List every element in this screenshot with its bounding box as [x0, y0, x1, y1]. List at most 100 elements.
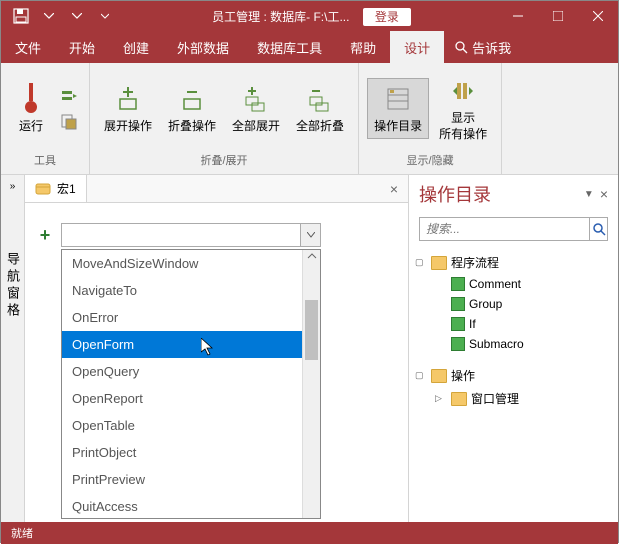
show-all-actions-button[interactable]: 显示 所有操作 [433, 71, 493, 146]
ribbon-group-label-tools: 工具 [9, 150, 81, 170]
dropdown-toggle-icon[interactable] [300, 224, 320, 246]
collapse-all-icon [304, 83, 336, 115]
ribbon-group-label-collapse: 折叠/展开 [98, 150, 350, 170]
tab-design[interactable]: 设计 [390, 31, 444, 63]
tree-expand-icon[interactable]: ▷ [435, 393, 447, 404]
action-catalog-button[interactable]: 操作目录 [367, 78, 429, 140]
run-button[interactable]: 运行 [9, 79, 53, 139]
login-button[interactable]: 登录 [363, 8, 411, 26]
dropdown-item[interactable]: PrintObject [62, 439, 302, 466]
tree-collapse-icon[interactable]: ▢ [415, 257, 427, 268]
collapse-icon [176, 83, 208, 115]
titlebar: 员工管理 : 数据库- F:\工... 登录 [1, 1, 618, 31]
macro-icon [35, 181, 51, 197]
window-title: 员工管理 : 数据库- F:\工... 登录 [125, 8, 498, 25]
dropdown-item[interactable]: MoveAndSizeWindow [62, 250, 302, 277]
folder-icon [431, 256, 447, 270]
scroll-thumb[interactable] [305, 300, 318, 360]
action-icon [451, 317, 465, 331]
expand-all-icon [240, 83, 272, 115]
catalog-icon [382, 83, 414, 115]
tree-leaf[interactable]: Comment [433, 274, 614, 294]
dropdown-item[interactable]: QuitAccess [62, 493, 302, 519]
ribbon-group-collapse: 展开操作 折叠操作 全部展开 全部折叠 折叠/展开 [90, 63, 359, 174]
action-input[interactable] [62, 228, 300, 242]
catalog-dropdown-icon[interactable]: ▼ [584, 189, 594, 200]
tab-help[interactable]: 帮助 [336, 31, 390, 63]
run-icon [15, 83, 47, 115]
status-bar: 就绪 [1, 522, 618, 544]
collapse-all-button[interactable]: 全部折叠 [290, 79, 350, 139]
tree-leaf[interactable]: Submacro [433, 334, 614, 354]
dropdown-item[interactable]: OpenTable [62, 412, 302, 439]
catalog-search-box[interactable] [419, 217, 608, 241]
action-catalog-pane: 操作目录 ▼ × ▢ 程序流程 CommentGroupIfSubmacro ▢… [408, 175, 618, 522]
folder-icon [451, 392, 467, 406]
document-tab-macro1[interactable]: 宏1 [25, 175, 87, 202]
dropdown-item[interactable]: OnError [62, 304, 302, 331]
convert-macros-button[interactable] [57, 110, 81, 134]
ribbon-group-label-show: 显示/隐藏 [367, 150, 493, 170]
navigation-pane-collapsed[interactable]: » 导航窗格 [1, 175, 25, 522]
ribbon: 运行 工具 展开操作 [1, 63, 618, 175]
tab-file[interactable]: 文件 [1, 31, 55, 63]
catalog-search-input[interactable] [420, 218, 589, 240]
action-icon [451, 297, 465, 311]
tab-external-data[interactable]: 外部数据 [163, 31, 243, 63]
expand-icon [112, 83, 144, 115]
tree-leaf[interactable]: Group [433, 294, 614, 314]
dropdown-item[interactable]: OpenForm [62, 331, 302, 358]
dropdown-scrollbar[interactable] [302, 250, 320, 519]
show-all-icon [447, 75, 479, 107]
expand-all-button[interactable]: 全部展开 [226, 79, 286, 139]
tree-node-program-flow[interactable]: ▢ 程序流程 [413, 251, 614, 274]
search-icon [454, 40, 468, 54]
dropdown-item[interactable]: OpenQuery [62, 358, 302, 385]
action-combobox[interactable] [61, 223, 321, 247]
tree-node-window-mgmt[interactable]: ▷ 窗口管理 [433, 387, 614, 410]
macro-designer: + MoveAndSizeWindowNavigateToOnErrorOpen… [25, 203, 408, 522]
action-icon [451, 277, 465, 291]
nav-expand-icon[interactable]: » [10, 181, 16, 192]
single-step-button[interactable] [57, 84, 81, 108]
window-controls [498, 1, 618, 31]
maximize-button[interactable] [538, 1, 578, 31]
tell-me-search[interactable]: 告诉我 [444, 31, 521, 63]
customize-qat-icon[interactable] [95, 6, 115, 26]
add-action-icon[interactable]: + [35, 225, 55, 246]
ribbon-tabs: 文件 开始 创建 外部数据 数据库工具 帮助 设计 告诉我 [1, 31, 618, 63]
tree-collapse-icon[interactable]: ▢ [415, 370, 427, 381]
ribbon-group-show: 操作目录 显示 所有操作 显示/隐藏 [359, 63, 502, 174]
catalog-tree: ▢ 程序流程 CommentGroupIfSubmacro ▢ 操作 ▷ 窗口管… [409, 245, 618, 416]
catalog-close-icon[interactable]: × [600, 186, 608, 202]
catalog-title: 操作目录 [419, 181, 584, 207]
action-icon [451, 337, 465, 351]
main-area: » 导航窗格 宏1 × + MoveAndSi [1, 175, 618, 522]
search-icon [592, 222, 606, 236]
dropdown-item[interactable]: OpenReport [62, 385, 302, 412]
tab-create[interactable]: 创建 [109, 31, 163, 63]
catalog-search-button[interactable] [589, 218, 607, 240]
minimize-button[interactable] [498, 1, 538, 31]
status-text: 就绪 [11, 525, 33, 541]
document-close-icon[interactable]: × [380, 181, 408, 197]
tab-home[interactable]: 开始 [55, 31, 109, 63]
tab-database-tools[interactable]: 数据库工具 [243, 31, 336, 63]
expand-actions-button[interactable]: 展开操作 [98, 79, 158, 139]
folder-icon [431, 369, 447, 383]
ribbon-group-tools: 运行 工具 [1, 63, 90, 174]
tree-leaf[interactable]: If [433, 314, 614, 334]
tree-node-actions[interactable]: ▢ 操作 [413, 364, 614, 387]
nav-pane-label: 导航窗格 [3, 252, 22, 320]
collapse-actions-button[interactable]: 折叠操作 [162, 79, 222, 139]
document-tabs: 宏1 × [25, 175, 408, 203]
quick-access-toolbar [1, 6, 125, 26]
dropdown-item[interactable]: NavigateTo [62, 277, 302, 304]
redo-dropdown-icon[interactable] [67, 6, 87, 26]
undo-dropdown-icon[interactable] [39, 6, 59, 26]
close-button[interactable] [578, 1, 618, 31]
dropdown-item[interactable]: PrintPreview [62, 466, 302, 493]
save-icon[interactable] [11, 6, 31, 26]
action-dropdown-list: MoveAndSizeWindowNavigateToOnErrorOpenFo… [61, 249, 321, 519]
scroll-up-icon[interactable] [303, 250, 321, 262]
